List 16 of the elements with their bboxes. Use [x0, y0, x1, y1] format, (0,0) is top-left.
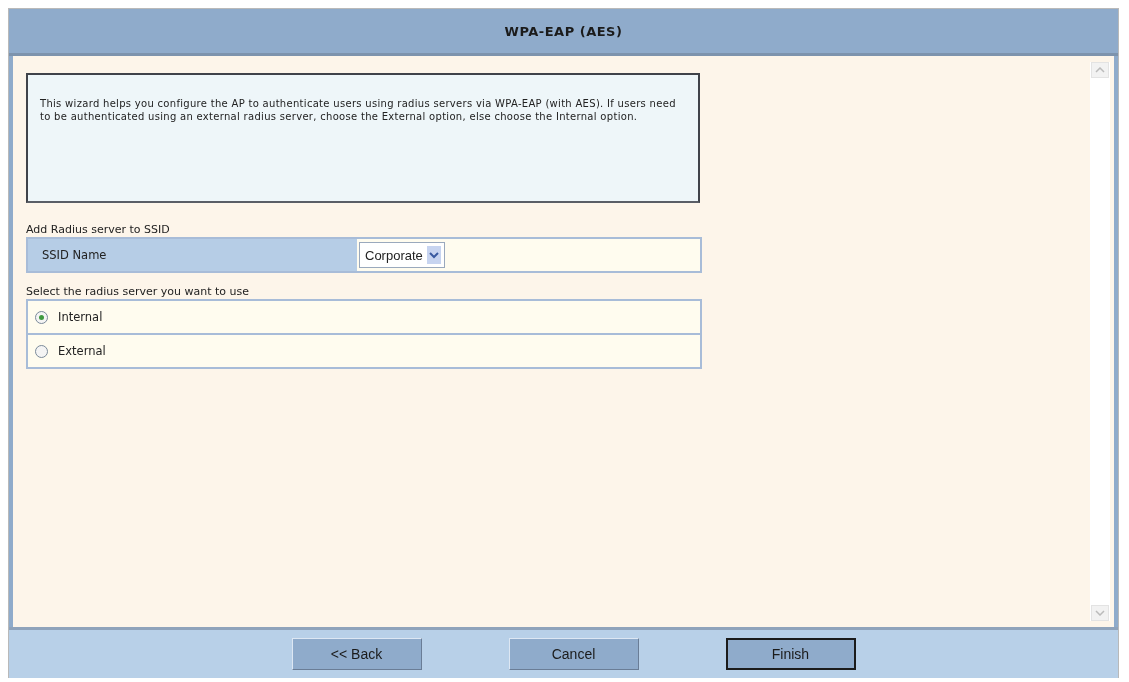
scroll-up-icon[interactable]: [1091, 62, 1109, 78]
scroll-down-icon[interactable]: [1091, 605, 1109, 621]
section-heading: Add Radius server to SSID: [26, 223, 171, 237]
ssid-dropdown[interactable]: Corporate: [359, 242, 445, 268]
ssid-label: SSID Name: [28, 239, 357, 271]
wizard-button[interactable]: << Back: [291, 638, 422, 670]
scrollbar[interactable]: [1090, 62, 1110, 621]
radio-button[interactable]: [35, 310, 48, 324]
radio-button[interactable]: [35, 344, 48, 358]
wizard-button[interactable]: Cancel: [508, 638, 639, 670]
window-title: WPA-EAP (AES): [504, 23, 623, 39]
section-heading: Select the radius server you want to use: [26, 285, 251, 299]
option-label[interactable]: Internal: [58, 310, 103, 324]
wizard-button[interactable]: Finish: [725, 638, 856, 670]
intro-text: This wizard helps you configure the AP to authenticate users using radius servers via WPA-EAP (with AES). If users need to be authenticated using an external radius server, choose the External option, else choose the Internal option.: [40, 97, 677, 123]
option-label[interactable]: External: [58, 344, 106, 358]
